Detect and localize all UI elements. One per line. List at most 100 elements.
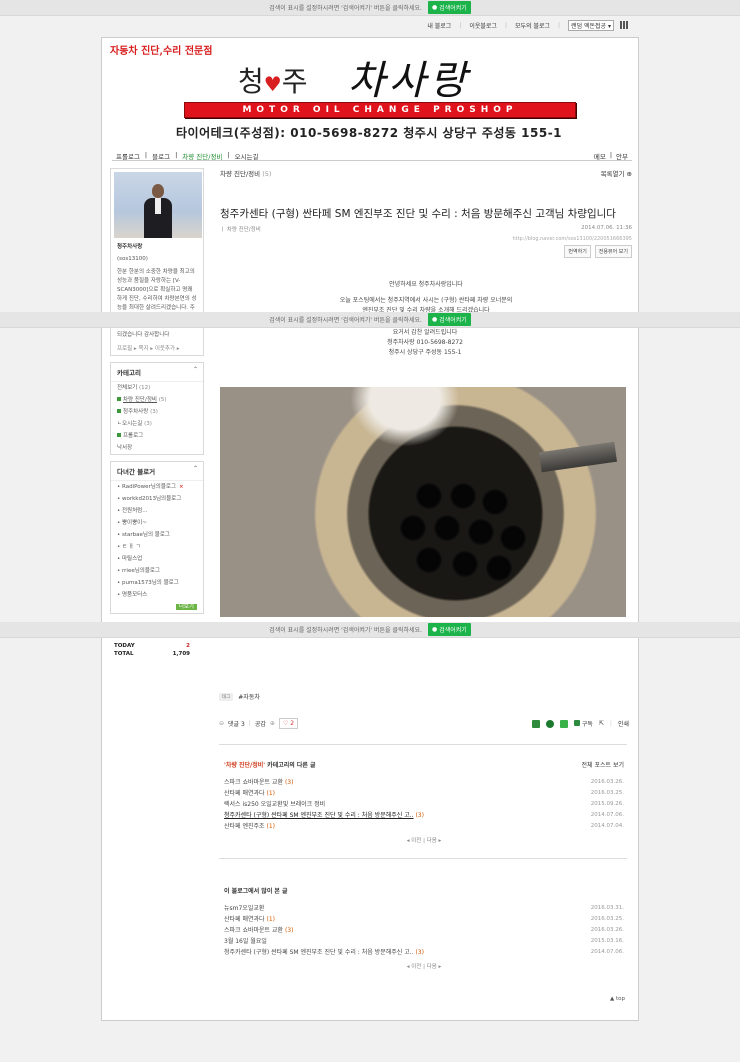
list-item[interactable]: 산타페 매연과다 (1) 2016.03.25. bbox=[224, 914, 624, 925]
post-body-continued: 요거서 감찬 알려드립니다 청주차사랑 010-5698-8272 청주시 상당… bbox=[219, 328, 631, 358]
back-to-top-link[interactable]: ▲ top bbox=[610, 996, 625, 1002]
plus-icon[interactable]: ⊕ bbox=[270, 720, 275, 727]
menu-directions[interactable]: 오시는길 bbox=[235, 151, 259, 161]
search-on-button[interactable]: ● 검색어켜기 bbox=[427, 623, 471, 636]
menu-memo[interactable]: 메모 bbox=[594, 151, 606, 161]
list-item-count: (3) bbox=[415, 812, 424, 819]
separator: | bbox=[227, 151, 230, 159]
list-item[interactable]: 산타페 매연과다 (1) 2016.03.25. bbox=[224, 788, 624, 799]
subscribe-button[interactable]: 구독 bbox=[573, 719, 593, 728]
neighbor-label: rriee님의블로그 bbox=[122, 568, 161, 574]
search-on-button-label: 검색어켜기 bbox=[439, 5, 467, 12]
neighbor-item[interactable]: • RadiPower님의블로그 × bbox=[111, 481, 203, 493]
search-on-button-label: 검색어켜기 bbox=[439, 317, 467, 324]
viewer-button[interactable]: 전용뷰어 보기 bbox=[594, 245, 632, 258]
menu-car-repair[interactable]: 차량 진단/정비 bbox=[182, 151, 222, 161]
list-item-current[interactable]: 청주카센타 (구형) 싼타페 SM 엔진부조 진단 및 수리 : 처음 방문해주… bbox=[224, 810, 624, 821]
post-category-label: 차량 진단/정비 bbox=[226, 227, 261, 233]
chevron-up-icon[interactable]: ⌃ bbox=[193, 465, 198, 472]
topnav-random-label: 랜덤 엑돈접공 bbox=[571, 23, 607, 30]
category-title: 카테고리 ⌃ bbox=[111, 363, 203, 382]
list-item-count: (1) bbox=[266, 790, 275, 797]
post-url[interactable]: http://blog.naver.com/sos13100/220051666… bbox=[220, 236, 632, 242]
banner-city-right: 주 bbox=[281, 65, 308, 98]
neighbor-item[interactable]: • starbae님의 블로그 bbox=[111, 529, 203, 541]
share-line-icon[interactable] bbox=[545, 719, 554, 728]
close-icon[interactable]: × bbox=[179, 484, 184, 490]
list-item[interactable]: 3월 16일 월요일 2015.03.16. bbox=[224, 936, 624, 947]
category-all[interactable]: 전체보기 (12) bbox=[111, 382, 203, 394]
list-item[interactable]: 청주카센타 (구형) 싼타페 SM 엔진부조 진단 및 수리 : 처음 방문해주… bbox=[224, 947, 624, 958]
heart-icon: ♥ bbox=[263, 72, 282, 96]
category-label: 차량 진단/정비 bbox=[123, 397, 157, 403]
topnav-everyones-blog[interactable]: 모두의 블로그 bbox=[515, 21, 550, 30]
neighbor-item[interactable]: • workkd2013님의블로그 bbox=[111, 493, 203, 505]
neighbor-label: 명품모터스 bbox=[122, 592, 148, 598]
neighbor-item[interactable]: • 전원처럼... bbox=[111, 505, 203, 517]
menu-prologue[interactable]: 프롤로그 bbox=[116, 151, 140, 161]
post-category-link[interactable]: ㅣ 차량 진단/정비 bbox=[220, 225, 261, 233]
list-item[interactable]: 뉴sm7오일교환 2016.03.31. bbox=[224, 903, 624, 914]
category-item[interactable]: 차량 진단/정비 (5) bbox=[111, 394, 203, 406]
search-on-button[interactable]: ● 검색어켜기 bbox=[427, 313, 471, 326]
view-all-posts-link[interactable]: 전체 포스트 보기 bbox=[582, 760, 624, 769]
neighbors-more[interactable]: 더보기 bbox=[111, 601, 203, 613]
search-notice-text: 검색이 표시를 설정하시려면 '검색어켜기' 버튼을 클릭하세요. bbox=[269, 5, 422, 12]
breadcrumb-count: (5) bbox=[262, 170, 272, 178]
search-on-button[interactable]: ● 검색어켜기 bbox=[427, 1, 471, 14]
like-button[interactable]: ♡ 2 bbox=[278, 718, 299, 729]
category-posts-category[interactable]: '차량 진단/정비' bbox=[224, 762, 265, 769]
divider bbox=[219, 744, 627, 745]
blog-banner: 자동차 진단,수리 전문점 청♥주 차사랑 MOTOR OIL CHANGE P… bbox=[102, 38, 638, 146]
neighbor-item[interactable]: • 뿡이뿡이~ bbox=[111, 517, 203, 529]
category-posts-pager[interactable]: ◂ 이전 | 다음 ▸ bbox=[224, 836, 624, 844]
share-star-icon[interactable] bbox=[559, 719, 568, 728]
neighbor-item[interactable]: • 마릴스업 bbox=[111, 553, 203, 565]
list-item[interactable]: 스파크 쇼바마운트 교환 (3) 2016.03.26. bbox=[224, 925, 624, 936]
topnav-my-blog[interactable]: 내 블로그 bbox=[427, 21, 451, 30]
list-item[interactable]: 스파크 쇼바마운트 교환 (3) 2016.03.26. bbox=[224, 777, 624, 788]
category-all-count: (12) bbox=[139, 385, 151, 391]
post-date: 2014.07.06. 11:36 bbox=[581, 225, 632, 231]
share-band-icon[interactable] bbox=[531, 719, 540, 728]
category-item[interactable]: 프롤로그 bbox=[111, 430, 203, 442]
apps-grid-icon[interactable] bbox=[620, 21, 628, 29]
translate-button[interactable]: 번역하기 bbox=[564, 245, 591, 258]
post-area: 차량 진단/정비 (5) 목록열기 ⊕ 청주카센타 (구형) 싼타페 SM 엔진… bbox=[220, 168, 632, 316]
list-item-title: 산타페 엔진주조 bbox=[224, 823, 265, 830]
minus-icon: ⊖ bbox=[219, 720, 225, 727]
photo-hole bbox=[400, 515, 426, 541]
neighbor-item[interactable]: • rriee님의블로그 bbox=[111, 565, 203, 577]
tag-link[interactable]: #자동차 bbox=[238, 692, 260, 701]
popular-posts-title: 이 블로그에서 많이 본 글 bbox=[224, 886, 624, 895]
breadcrumb-category[interactable]: 차량 진단/정비 bbox=[220, 170, 260, 178]
popular-posts-pager[interactable]: ◂ 이전 | 다음 ▸ bbox=[224, 962, 624, 970]
print-button[interactable]: 인쇄 bbox=[618, 719, 629, 728]
menu-guestbook[interactable]: 안부 bbox=[616, 151, 628, 161]
category-title-text: 카테고리 bbox=[117, 369, 141, 377]
list-toggle[interactable]: 목록열기 ⊕ bbox=[601, 168, 632, 178]
profile-links[interactable]: 프로필 ▸ 쪽지 ▸ 이웃추가 ▸ bbox=[111, 343, 203, 355]
separator: | bbox=[144, 151, 148, 159]
topnav-random-select[interactable]: 랜덤 엑돈접공 ▾ bbox=[568, 20, 614, 31]
category-label: 청주차사랑 bbox=[123, 409, 149, 415]
list-item-title: 청주카센타 (구형) 싼타페 SM 엔진부조 진단 및 수리 : 처음 방문해주… bbox=[224, 812, 414, 819]
list-item[interactable]: 렉서스 is250 오일교환및 브레이크 정비 2015.09.26. bbox=[224, 799, 624, 810]
neighbor-item[interactable]: • 명품모터스 bbox=[111, 589, 203, 601]
neighbor-item[interactable]: • ㅌ ㅐ ㄱ bbox=[111, 541, 203, 553]
search-icon: ● bbox=[431, 4, 438, 11]
comments-toggle[interactable]: 댓글 3 bbox=[228, 719, 245, 728]
neighbor-item[interactable]: • puma1573님의 블로그 bbox=[111, 577, 203, 589]
topnav-neighbor-blog[interactable]: 이웃블로그 bbox=[469, 21, 497, 30]
list-item-date: 2016.03.26. bbox=[590, 927, 624, 933]
post-photo[interactable] bbox=[220, 387, 626, 617]
chevron-up-icon[interactable]: ⌃ bbox=[193, 366, 198, 373]
list-item-title: 렉서스 is250 오일교환및 브레이크 정비 bbox=[224, 801, 326, 808]
category-item[interactable]: 청주차사랑 (3) bbox=[111, 406, 203, 418]
category-item[interactable]: 낙서장 bbox=[111, 442, 203, 454]
share-icon[interactable]: ⇱ bbox=[599, 720, 604, 727]
category-item[interactable]: ㄴ오시는길 (3) bbox=[111, 418, 203, 430]
post-line: 청주시 상당구 주성동 155-1 bbox=[388, 349, 462, 356]
list-item[interactable]: 산타페 엔진주조 (1) 2014.07.04. bbox=[224, 821, 624, 832]
menu-blog[interactable]: 블로그 bbox=[152, 151, 170, 161]
